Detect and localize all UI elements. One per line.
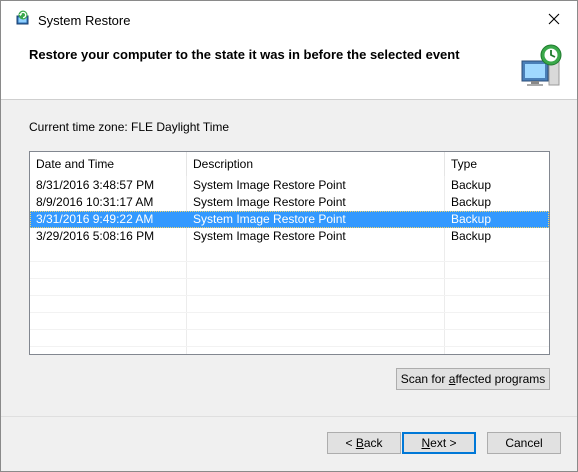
row-type: Backup xyxy=(451,178,492,192)
empty-row xyxy=(30,262,549,279)
empty-row xyxy=(30,313,549,330)
cancel-button[interactable]: Cancel xyxy=(487,432,561,454)
footer: < Back Next > Cancel xyxy=(1,417,577,471)
table-row[interactable]: 8/9/2016 10:31:17 AM System Image Restor… xyxy=(30,194,549,211)
system-restore-window: System Restore Restore your computer to … xyxy=(0,0,578,472)
restore-points-table[interactable]: Date and Time Description Type 8/31/2016… xyxy=(29,151,550,355)
next-label-accelerator: N xyxy=(421,436,431,450)
column-header-type-label: Type xyxy=(451,157,478,171)
row-description: System Image Restore Point xyxy=(193,229,346,243)
column-header-description-label: Description xyxy=(193,157,254,171)
scan-label-accelerator: a xyxy=(448,372,456,386)
table-row[interactable]: 3/29/2016 5:08:16 PM System Image Restor… xyxy=(30,228,549,245)
header: Restore your computer to the state it wa… xyxy=(1,37,577,99)
back-label-prefix: < xyxy=(345,436,356,450)
back-button[interactable]: < Back xyxy=(327,432,401,454)
empty-row xyxy=(30,245,549,262)
row-description: System Image Restore Point xyxy=(193,178,346,192)
title-bar: System Restore xyxy=(1,1,577,37)
back-label-suffix: ack xyxy=(363,436,383,450)
close-icon xyxy=(548,13,560,25)
row-date: 3/29/2016 5:08:16 PM xyxy=(36,229,155,243)
row-date: 3/31/2016 9:49:22 AM xyxy=(36,212,154,226)
row-description: System Image Restore Point xyxy=(193,195,346,209)
timezone-label: Current time zone: FLE Daylight Time xyxy=(29,120,230,134)
system-restore-computer-icon xyxy=(517,41,565,89)
back-label-accelerator: B xyxy=(355,436,364,450)
cancel-label: Cancel xyxy=(505,436,543,450)
content-area: Current time zone: FLE Daylight Time Dat… xyxy=(1,100,577,416)
column-header-description[interactable]: Description xyxy=(187,152,445,176)
row-description: System Image Restore Point xyxy=(193,212,346,226)
empty-row xyxy=(30,296,549,313)
row-type: Backup xyxy=(451,229,492,243)
next-label-suffix: ext > xyxy=(430,436,457,450)
column-header-date[interactable]: Date and Time xyxy=(30,152,187,176)
window-title: System Restore xyxy=(38,13,131,28)
row-date: 8/9/2016 10:31:17 AM xyxy=(36,195,154,209)
table-row-selected[interactable]: 3/31/2016 9:49:22 AM System Image Restor… xyxy=(30,211,549,228)
column-header-type[interactable]: Type xyxy=(445,152,549,176)
system-restore-icon xyxy=(14,10,32,28)
next-button[interactable]: Next > xyxy=(402,432,476,454)
scan-label-suffix: ffected programs xyxy=(455,372,546,386)
close-button[interactable] xyxy=(531,1,577,37)
scan-affected-programs-button[interactable]: Scan for a ffected programs xyxy=(396,368,550,390)
row-date: 8/31/2016 3:48:57 PM xyxy=(36,178,155,192)
row-type: Backup xyxy=(451,195,492,209)
scan-label-prefix: Scan for xyxy=(400,372,449,386)
page-heading: Restore your computer to the state it wa… xyxy=(29,47,460,62)
empty-row xyxy=(30,279,549,296)
table-header: Date and Time Description Type xyxy=(30,152,549,176)
chevron-down-icon xyxy=(102,150,112,166)
row-type: Backup xyxy=(451,212,492,226)
table-row[interactable]: 8/31/2016 3:48:57 PM System Image Restor… xyxy=(30,177,549,194)
empty-row xyxy=(30,330,549,347)
